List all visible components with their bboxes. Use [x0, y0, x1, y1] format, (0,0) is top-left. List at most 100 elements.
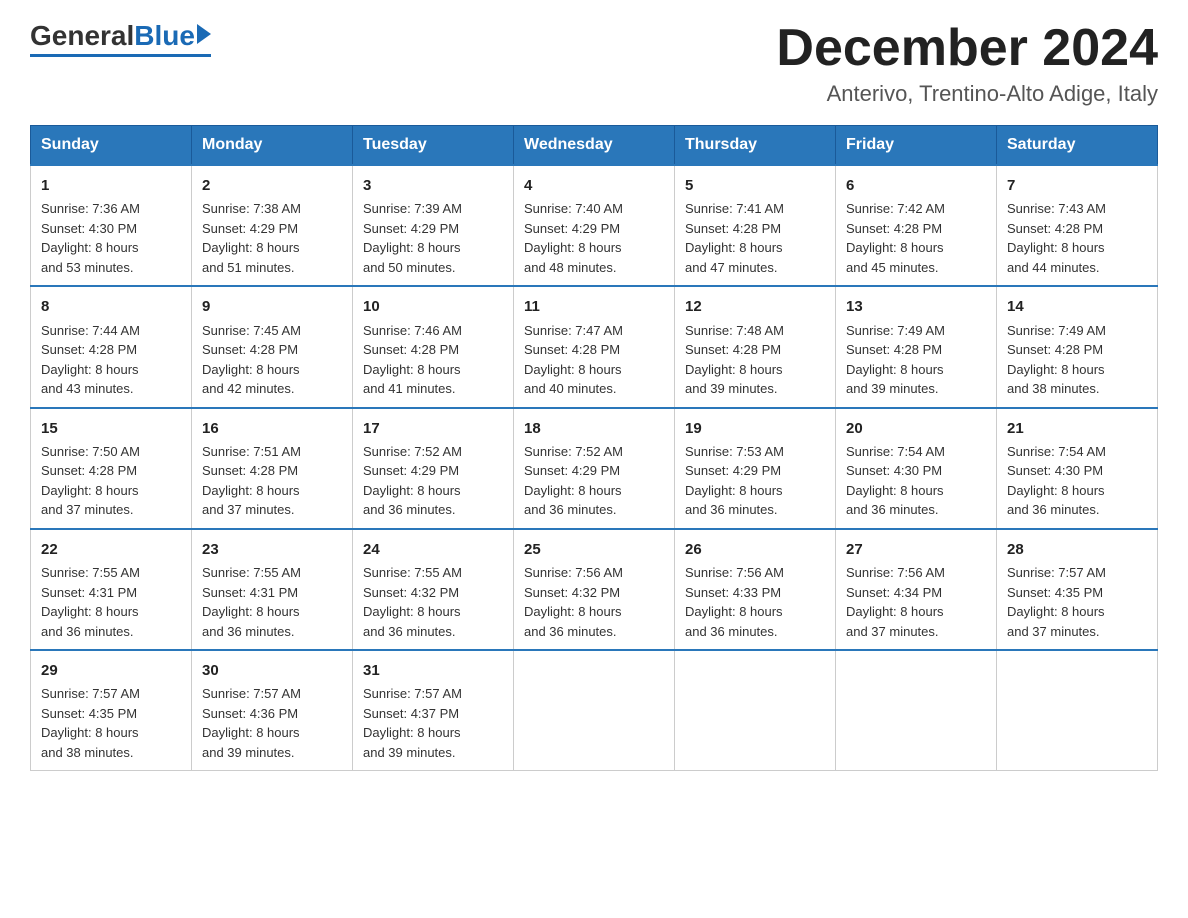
calendar-day-cell: 22Sunrise: 7:55 AMSunset: 4:31 PMDayligh… [31, 529, 192, 650]
day-number: 30 [202, 659, 342, 682]
month-title: December 2024 [776, 20, 1158, 77]
calendar-day-cell: 12 Sunrise: 7:48 AMSunset: 4:28 PMDayligh… [675, 286, 836, 407]
calendar-week-row: 1Sunrise: 7:36 AMSunset: 4:30 PMDaylight… [31, 165, 1158, 286]
calendar-day-cell [514, 650, 675, 771]
col-sunday: Sunday [31, 126, 192, 166]
day-info: Sunrise: 7:57 AMSunset: 4:35 PMDaylight:… [41, 684, 181, 762]
col-friday: Friday [836, 126, 997, 166]
day-number: 9 [202, 295, 342, 318]
calendar-day-cell: 1Sunrise: 7:36 AMSunset: 4:30 PMDaylight… [31, 165, 192, 286]
day-info: Sunrise: 7:55 AMSunset: 4:31 PMDaylight:… [202, 563, 342, 641]
day-number: 13 [846, 295, 986, 318]
calendar-day-cell: 30Sunrise: 7:57 AMSunset: 4:36 PMDayligh… [192, 650, 353, 771]
day-info: Sunrise: 7:39 AMSunset: 4:29 PMDaylight:… [363, 199, 503, 277]
day-info: Sunrise: 7:57 AMSunset: 4:35 PMDaylight:… [1007, 563, 1147, 641]
day-number: 19 [685, 417, 825, 440]
day-info: Sunrise: 7:51 AMSunset: 4:28 PMDaylight:… [202, 442, 342, 520]
day-info: Sunrise: 7:57 AMSunset: 4:36 PMDaylight:… [202, 684, 342, 762]
page-header: General Blue December 2024 Anterivo, Tre… [30, 20, 1158, 107]
day-info: Sunrise: 7:47 AMSunset: 4:28 PMDaylight:… [524, 321, 664, 399]
day-info: Sunrise: 7:54 AMSunset: 4:30 PMDaylight:… [1007, 442, 1147, 520]
col-wednesday: Wednesday [514, 126, 675, 166]
calendar-day-cell: 13 Sunrise: 7:49 AMSunset: 4:28 PMDayligh… [836, 286, 997, 407]
day-number: 16 [202, 417, 342, 440]
logo: General Blue [30, 20, 211, 57]
day-number: 20 [846, 417, 986, 440]
day-info: Sunrise: 7:52 AMSunset: 4:29 PMDaylight:… [363, 442, 503, 520]
day-number: 1 [41, 174, 181, 197]
calendar-day-cell: 19Sunrise: 7:53 AMSunset: 4:29 PMDayligh… [675, 408, 836, 529]
day-info: Sunrise: 7:40 AMSunset: 4:29 PMDaylight:… [524, 199, 664, 277]
day-info: Sunrise: 7:55 AMSunset: 4:31 PMDaylight:… [41, 563, 181, 641]
calendar-day-cell: 15Sunrise: 7:50 AMSunset: 4:28 PMDayligh… [31, 408, 192, 529]
day-number: 28 [1007, 538, 1147, 561]
day-number: 7 [1007, 174, 1147, 197]
col-saturday: Saturday [997, 126, 1158, 166]
logo-general-text: General [30, 20, 134, 52]
calendar-day-cell: 14 Sunrise: 7:49 AMSunset: 4:28 PMDayligh… [997, 286, 1158, 407]
day-info: Sunrise: 7:49 AMSunset: 4:28 PMDaylight:… [846, 321, 986, 399]
location-subtitle: Anterivo, Trentino-Alto Adige, Italy [776, 81, 1158, 107]
day-info: Sunrise: 7:54 AMSunset: 4:30 PMDaylight:… [846, 442, 986, 520]
calendar-day-cell: 2Sunrise: 7:38 AMSunset: 4:29 PMDaylight… [192, 165, 353, 286]
day-number: 26 [685, 538, 825, 561]
calendar-header-row: Sunday Monday Tuesday Wednesday Thursday… [31, 126, 1158, 166]
day-info: Sunrise: 7:44 AMSunset: 4:28 PMDaylight:… [41, 321, 181, 399]
calendar-day-cell: 21Sunrise: 7:54 AMSunset: 4:30 PMDayligh… [997, 408, 1158, 529]
day-number: 2 [202, 174, 342, 197]
day-info: Sunrise: 7:36 AMSunset: 4:30 PMDaylight:… [41, 199, 181, 277]
day-number: 4 [524, 174, 664, 197]
day-number: 15 [41, 417, 181, 440]
day-number: 8 [41, 295, 181, 318]
calendar-day-cell: 18Sunrise: 7:52 AMSunset: 4:29 PMDayligh… [514, 408, 675, 529]
day-number: 18 [524, 417, 664, 440]
day-info: Sunrise: 7:57 AMSunset: 4:37 PMDaylight:… [363, 684, 503, 762]
col-tuesday: Tuesday [353, 126, 514, 166]
day-number: 10 [363, 295, 503, 318]
calendar-day-cell: 17Sunrise: 7:52 AMSunset: 4:29 PMDayligh… [353, 408, 514, 529]
day-number: 11 [524, 295, 664, 318]
day-info: Sunrise: 7:43 AMSunset: 4:28 PMDaylight:… [1007, 199, 1147, 277]
day-info: Sunrise: 7:48 AMSunset: 4:28 PMDaylight:… [685, 321, 825, 399]
day-info: Sunrise: 7:53 AMSunset: 4:29 PMDaylight:… [685, 442, 825, 520]
day-info: Sunrise: 7:52 AMSunset: 4:29 PMDaylight:… [524, 442, 664, 520]
day-info: Sunrise: 7:46 AMSunset: 4:28 PMDaylight:… [363, 321, 503, 399]
day-info: Sunrise: 7:41 AMSunset: 4:28 PMDaylight:… [685, 199, 825, 277]
col-monday: Monday [192, 126, 353, 166]
calendar-day-cell: 28Sunrise: 7:57 AMSunset: 4:35 PMDayligh… [997, 529, 1158, 650]
calendar-day-cell: 9 Sunrise: 7:45 AMSunset: 4:28 PMDaylight… [192, 286, 353, 407]
day-number: 22 [41, 538, 181, 561]
day-info: Sunrise: 7:56 AMSunset: 4:34 PMDaylight:… [846, 563, 986, 641]
calendar-table: Sunday Monday Tuesday Wednesday Thursday… [30, 125, 1158, 771]
calendar-day-cell [997, 650, 1158, 771]
calendar-day-cell: 8 Sunrise: 7:44 AMSunset: 4:28 PMDaylight… [31, 286, 192, 407]
calendar-week-row: 8 Sunrise: 7:44 AMSunset: 4:28 PMDaylight… [31, 286, 1158, 407]
calendar-day-cell: 25Sunrise: 7:56 AMSunset: 4:32 PMDayligh… [514, 529, 675, 650]
day-number: 21 [1007, 417, 1147, 440]
calendar-day-cell: 29Sunrise: 7:57 AMSunset: 4:35 PMDayligh… [31, 650, 192, 771]
calendar-day-cell: 23Sunrise: 7:55 AMSunset: 4:31 PMDayligh… [192, 529, 353, 650]
day-number: 17 [363, 417, 503, 440]
day-info: Sunrise: 7:56 AMSunset: 4:33 PMDaylight:… [685, 563, 825, 641]
calendar-day-cell: 6Sunrise: 7:42 AMSunset: 4:28 PMDaylight… [836, 165, 997, 286]
day-info: Sunrise: 7:55 AMSunset: 4:32 PMDaylight:… [363, 563, 503, 641]
calendar-day-cell: 10 Sunrise: 7:46 AMSunset: 4:28 PMDayligh… [353, 286, 514, 407]
day-number: 25 [524, 538, 664, 561]
calendar-day-cell: 11 Sunrise: 7:47 AMSunset: 4:28 PMDayligh… [514, 286, 675, 407]
day-info: Sunrise: 7:50 AMSunset: 4:28 PMDaylight:… [41, 442, 181, 520]
day-number: 3 [363, 174, 503, 197]
day-info: Sunrise: 7:49 AMSunset: 4:28 PMDaylight:… [1007, 321, 1147, 399]
title-area: December 2024 Anterivo, Trentino-Alto Ad… [776, 20, 1158, 107]
day-number: 14 [1007, 295, 1147, 318]
day-number: 31 [363, 659, 503, 682]
calendar-day-cell: 26Sunrise: 7:56 AMSunset: 4:33 PMDayligh… [675, 529, 836, 650]
day-number: 12 [685, 295, 825, 318]
calendar-day-cell: 5Sunrise: 7:41 AMSunset: 4:28 PMDaylight… [675, 165, 836, 286]
calendar-day-cell: 31Sunrise: 7:57 AMSunset: 4:37 PMDayligh… [353, 650, 514, 771]
day-info: Sunrise: 7:45 AMSunset: 4:28 PMDaylight:… [202, 321, 342, 399]
calendar-day-cell: 4Sunrise: 7:40 AMSunset: 4:29 PMDaylight… [514, 165, 675, 286]
calendar-week-row: 29Sunrise: 7:57 AMSunset: 4:35 PMDayligh… [31, 650, 1158, 771]
calendar-day-cell: 16Sunrise: 7:51 AMSunset: 4:28 PMDayligh… [192, 408, 353, 529]
day-number: 6 [846, 174, 986, 197]
day-number: 29 [41, 659, 181, 682]
